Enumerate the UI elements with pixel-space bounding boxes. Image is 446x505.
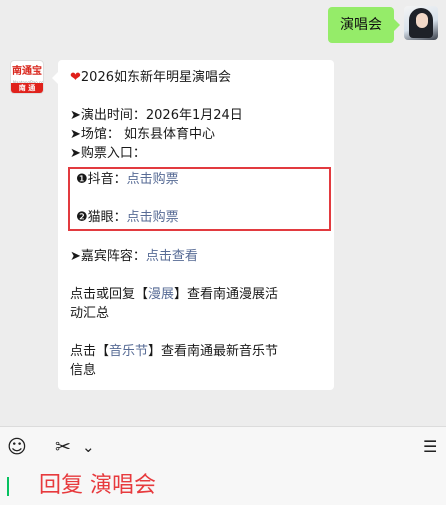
show-time: ➤演出时间：2026年1月24日	[70, 108, 243, 123]
message-input[interactable]: 回复 演唱会	[0, 468, 446, 505]
manzhan-line: 点击或回复【漫展】查看南通漫展活	[70, 285, 322, 304]
music-festival-link[interactable]: 音乐节	[109, 344, 148, 359]
guests-label: ➤嘉宾阵容：	[70, 249, 146, 264]
music-line-2: 信息	[70, 363, 97, 378]
emoji-icon[interactable]: ☺	[7, 437, 27, 457]
concert-title: 2026如东新年明星演唱会	[80, 70, 231, 85]
scissors-icon[interactable]: ✂	[55, 437, 71, 457]
concert-title-line: ❤2026如东新年明星演唱会	[70, 68, 322, 87]
chat-area: 演唱会 南通宝 NantongBao.com 南 通 ❤2026如东新年明星演唱…	[0, 0, 446, 426]
music-line: 点击【音乐节】查看南通最新音乐节	[70, 342, 322, 361]
manzhan-line-2: 动汇总	[70, 306, 110, 321]
manzhan-link[interactable]: 漫展	[148, 287, 174, 302]
incoming-message-bubble: ❤2026如东新年明星演唱会 ➤演出时间：2026年1月24日 ➤场馆： 如东县…	[52, 60, 334, 390]
menu-icon[interactable]: ☰	[423, 437, 437, 457]
chevron-down-icon[interactable]: ⌄	[82, 437, 95, 457]
avatar-logo-text: 南通宝	[12, 66, 42, 77]
heart-icon: ❤	[70, 70, 81, 85]
message-input-text: 回复 演唱会	[39, 473, 156, 498]
input-toolbar: ☺ ✂ ⌄ ☰	[0, 426, 446, 468]
douyin-line: ❶抖音：点击购票	[76, 170, 323, 189]
douyin-label: ❶抖音：	[76, 172, 127, 187]
outgoing-message-bubble[interactable]: 演唱会	[328, 7, 400, 43]
outgoing-message-row: 演唱会	[328, 6, 438, 43]
guests-line: ➤嘉宾阵容：点击查看	[70, 247, 322, 266]
official-account-avatar[interactable]: 南通宝 NantongBao.com 南 通	[10, 60, 44, 94]
manzhan-prefix: 点击或回复【	[70, 287, 149, 302]
user-avatar[interactable]	[404, 6, 438, 40]
maoyan-line: ❷猫眼：点击购票	[76, 208, 323, 227]
maoyan-ticket-link[interactable]: 点击购票	[127, 210, 179, 225]
manzhan-suffix: 】查看南通漫展活	[174, 287, 279, 302]
avatar-logo-bar: 南 通	[11, 83, 43, 93]
avatar-face	[416, 13, 428, 28]
incoming-message-row: 南通宝 NantongBao.com 南 通 ❤2026如东新年明星演唱会 ➤演…	[10, 60, 334, 390]
music-suffix: 】查看南通最新音乐节	[148, 344, 279, 359]
ticket-entry-label: ➤购票入口：	[70, 146, 146, 161]
guests-link[interactable]: 点击查看	[146, 249, 198, 264]
venue: ➤场馆： 如东县体育中心	[70, 127, 216, 142]
maoyan-label: ❷猫眼：	[76, 210, 127, 225]
text-cursor	[7, 477, 9, 496]
music-prefix: 点击【	[70, 344, 110, 359]
ticket-links-highlight: ❶抖音：点击购票 ❷猫眼：点击购票	[68, 167, 331, 231]
douyin-ticket-link[interactable]: 点击购票	[127, 172, 179, 187]
